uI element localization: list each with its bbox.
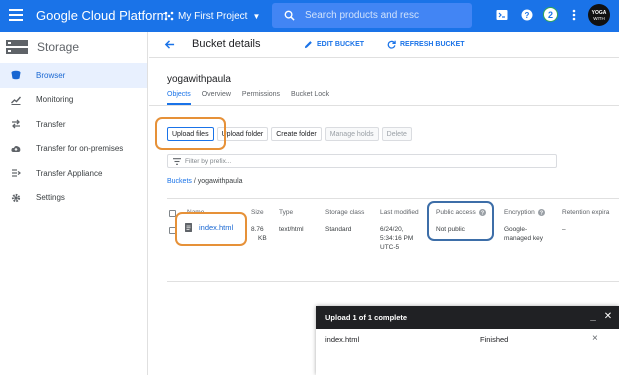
tab-bucket-lock[interactable]: Bucket Lock [291, 91, 329, 105]
appliance-icon [12, 169, 21, 177]
gear-icon [11, 193, 21, 202]
filter-box[interactable] [167, 154, 557, 168]
upload-status: Finished [480, 335, 509, 344]
chart-icon [11, 96, 21, 105]
hamburger-menu-icon[interactable] [9, 9, 23, 21]
column-header-type[interactable]: Type [279, 209, 293, 216]
refresh-icon [387, 40, 396, 49]
refresh-bucket-label: REFRESH BUCKET [400, 41, 465, 48]
sidebar: Storage Browser Monitoring Transfer Tran… [0, 32, 148, 375]
create-folder-button[interactable]: Create folder [271, 127, 322, 141]
search-icon [284, 10, 295, 21]
upload-panel-title: Upload 1 of 1 complete [325, 313, 408, 322]
cloud-upload-icon [11, 145, 21, 152]
upload-status-panel: Upload 1 of 1 complete _ ✕ index.html Fi… [316, 306, 619, 375]
sidebar-item-label: Browser [36, 70, 66, 80]
upload-panel-row: index.html Finished × [316, 329, 619, 349]
search-bar[interactable] [272, 3, 472, 28]
manage-holds-button[interactable]: Manage holds [324, 127, 379, 141]
page-title: Bucket details [192, 38, 261, 50]
breadcrumb-buckets-link[interactable]: Buckets [167, 178, 192, 185]
sidebar-title: Storage [37, 40, 80, 54]
highlight-index-file [175, 212, 247, 246]
column-header-encryption[interactable]: Encryption ? [504, 209, 545, 216]
breadcrumb-current: yogawithpaula [197, 178, 243, 185]
cell-storage-class: Standard [325, 226, 352, 233]
refresh-bucket-button[interactable]: REFRESH BUCKET [387, 40, 465, 49]
storage-icon [6, 40, 28, 54]
tab-objects[interactable]: Objects [167, 91, 191, 105]
upload-panel-header: Upload 1 of 1 complete _ ✕ [316, 306, 619, 329]
svg-text:WITH: WITH [593, 16, 605, 21]
cell-last-modified: 6/24/20, 5:34:16 PM UTC-5 [380, 226, 414, 251]
svg-text:?: ? [525, 11, 530, 20]
cell-type: text/html [279, 226, 304, 233]
edit-bucket-label: EDIT BUCKET [317, 41, 365, 48]
breadcrumb: Buckets / yogawithpaula [167, 178, 243, 185]
notification-badge[interactable]: 2 [543, 7, 558, 22]
cloud-shell-icon[interactable] [496, 9, 508, 21]
sidebar-item-transfer[interactable]: Transfer [0, 112, 147, 137]
sidebar-item-transfer-on-premises[interactable]: Transfer for on-premises [0, 137, 147, 162]
sidebar-item-transfer-appliance[interactable]: Transfer Appliance [0, 161, 147, 186]
page-header: Bucket details EDIT BUCKET REFRESH BUCKE… [149, 32, 619, 58]
column-header-size[interactable]: Size [251, 209, 264, 216]
cell-size: 8.76 KB [251, 226, 267, 242]
bucket-name: yogawithpaula [167, 74, 231, 85]
dismiss-upload-icon[interactable]: × [592, 333, 598, 344]
cell-retention: – [562, 226, 566, 233]
tab-overview[interactable]: Overview [202, 91, 231, 105]
edit-bucket-button[interactable]: EDIT BUCKET [304, 40, 364, 49]
breadcrumb-separator: / [193, 178, 196, 185]
tabs-divider [149, 105, 619, 106]
sidebar-item-label: Transfer [36, 119, 66, 129]
sidebar-item-label: Monitoring [36, 95, 74, 105]
filter-input[interactable] [185, 157, 545, 165]
sidebar-item-monitoring[interactable]: Monitoring [0, 88, 147, 113]
sidebar-item-label: Settings [36, 193, 65, 203]
delete-button[interactable]: Delete [381, 127, 412, 141]
cell-encryption: Google-managed key [504, 226, 544, 242]
more-vertical-icon[interactable] [568, 9, 580, 21]
help-circle-icon[interactable]: ? [537, 209, 545, 216]
highlight-public-access [427, 201, 494, 241]
sidebar-item-settings[interactable]: Settings [0, 186, 147, 211]
upload-file-name: index.html [325, 335, 360, 344]
column-header-last-modified[interactable]: Last modified [380, 209, 419, 216]
chevron-down-icon: ▼ [252, 11, 261, 21]
avatar-logo: YOGAWITH [592, 10, 607, 21]
sidebar-item-label: Transfer Appliance [36, 168, 103, 178]
back-arrow-icon[interactable] [164, 39, 175, 50]
sidebar-header: Storage [0, 32, 147, 62]
bucket-icon [11, 70, 21, 80]
project-selector[interactable]: My First Project ▼ [164, 7, 260, 25]
highlight-upload-files [155, 117, 226, 150]
top-bar: Google Cloud Platform My First Project ▼… [0, 0, 619, 32]
tab-permissions[interactable]: Permissions [242, 91, 280, 105]
minimize-icon[interactable]: _ [587, 311, 599, 323]
project-name: My First Project [178, 10, 248, 22]
column-header-storage-class[interactable]: Storage class [325, 209, 364, 216]
project-dots-icon [164, 11, 174, 21]
transfer-icon [12, 119, 20, 129]
avatar[interactable]: YOGA WITH [588, 4, 610, 26]
row-divider [167, 281, 619, 282]
sidebar-item-label: Transfer for on-premises [36, 144, 124, 154]
sidebar-item-browser[interactable]: Browser [0, 63, 147, 88]
filter-icon [173, 157, 181, 165]
app-title[interactable]: Google Cloud Platform [36, 8, 168, 23]
search-input[interactable] [305, 10, 465, 21]
help-icon[interactable]: ? [521, 9, 533, 21]
bucket-tabs: Objects Overview Permissions Bucket Lock [167, 91, 340, 105]
svg-text:?: ? [540, 211, 543, 216]
column-header-retention[interactable]: Retention expira [562, 209, 609, 216]
pencil-icon [304, 41, 312, 49]
close-icon[interactable]: ✕ [602, 311, 614, 323]
